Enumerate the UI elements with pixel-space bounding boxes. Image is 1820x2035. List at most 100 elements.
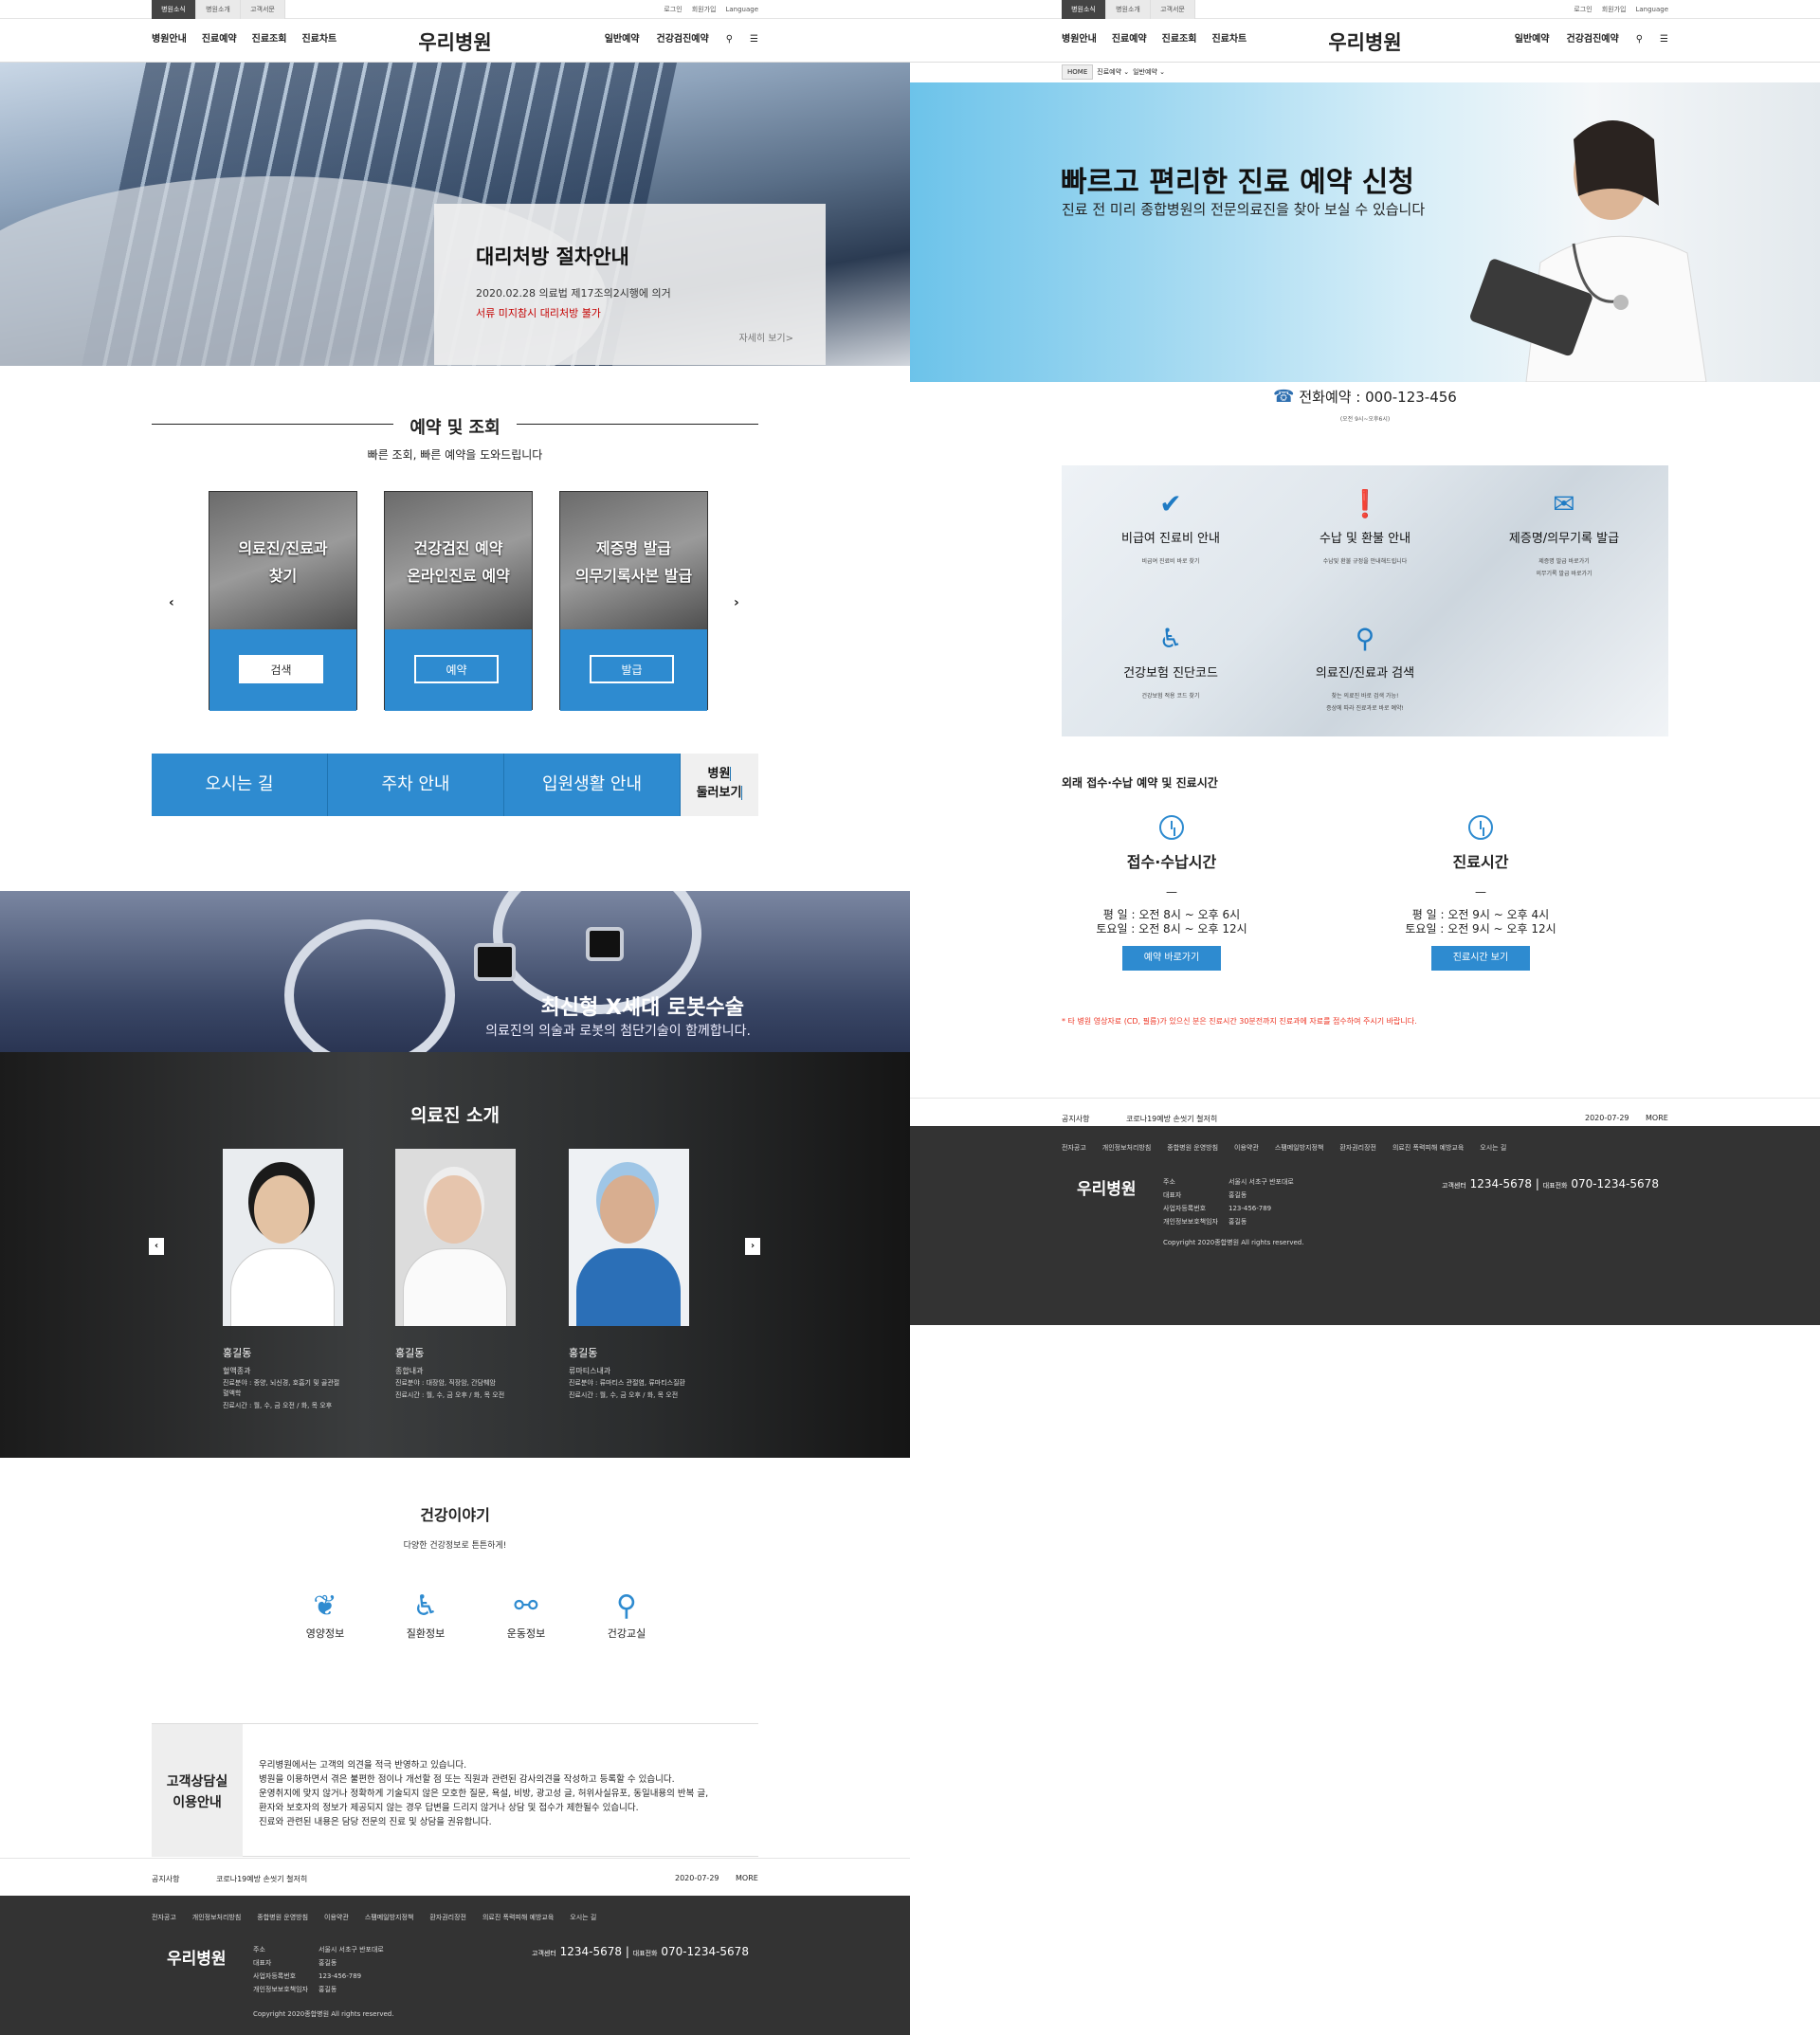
- notice-more[interactable]: MORE: [736, 1874, 758, 1882]
- breadcrumb-home[interactable]: HOME: [1062, 64, 1094, 80]
- wheelchair-icon: ♿: [1158, 623, 1183, 654]
- notice-label: 공지사항: [1062, 1115, 1090, 1123]
- doctor-dept: 혈액종과: [223, 1367, 251, 1375]
- quick-directions[interactable]: 오시는 길: [152, 754, 328, 816]
- story-nutrition[interactable]: ❦ 영양정보: [275, 1588, 375, 1641]
- footer-link[interactable]: 개인정보처리방침: [1102, 1143, 1152, 1153]
- footer-link[interactable]: 환자권리장전: [1339, 1143, 1376, 1153]
- nav-general-reservation[interactable]: 일반예약: [1515, 19, 1550, 61]
- hero-more-link[interactable]: 자세히 보기>: [738, 330, 793, 344]
- footer-key: 주소: [1163, 1178, 1175, 1186]
- footer-link[interactable]: 전자공고: [152, 1913, 176, 1922]
- reserve-now-button[interactable]: 예약 바로가기: [1122, 946, 1221, 971]
- footer-link[interactable]: 환자권리장전: [429, 1913, 466, 1922]
- notice-more[interactable]: MORE: [1646, 1114, 1668, 1122]
- service-desc: 비급여 진료비 바로 찾기: [1141, 558, 1200, 565]
- nav-checkup-reservation[interactable]: 건강검진예약: [1567, 19, 1619, 61]
- search-icon[interactable]: ⚲: [726, 19, 733, 61]
- nav-checkup-reservation[interactable]: 건강검진예약: [657, 19, 709, 61]
- footer-link[interactable]: 오시는 길: [570, 1913, 596, 1922]
- magnifier-icon: ⚲: [1355, 623, 1375, 654]
- logo[interactable]: 우리병원: [910, 27, 1820, 56]
- search-icon[interactable]: ⚲: [1636, 19, 1643, 61]
- doctors-prev-arrow[interactable]: ‹: [149, 1238, 164, 1255]
- quick-inpatient[interactable]: 입원생활 안내: [504, 754, 681, 816]
- story-disease[interactable]: ♿ 질환정보: [375, 1588, 476, 1641]
- footer-link[interactable]: 이용약관: [1234, 1143, 1259, 1153]
- util-tab-news[interactable]: 병원소식: [152, 0, 196, 19]
- health-story-header: 건강이야기 다양한 건강정보로 튼튼하게!: [0, 1502, 910, 1551]
- breadcrumb-general[interactable]: 일반예약 ⌄: [1133, 67, 1165, 77]
- separator: |: [625, 1945, 629, 1958]
- service-insurance-code[interactable]: ♿ 건강보험 진단코드 건강보험 적용 코드 찾기: [1085, 623, 1256, 702]
- doctors-next-arrow[interactable]: ›: [745, 1238, 760, 1255]
- cards-next-arrow[interactable]: ›: [734, 595, 739, 610]
- quick-parking[interactable]: 주차 안내: [328, 754, 504, 816]
- card-checkup-reserve: 건강검진 예약 온라인진료 예약 예약: [384, 491, 533, 711]
- hours-title: 외래 접수·수납 예약 및 진료시간: [1062, 776, 1218, 790]
- menu-icon[interactable]: ☰: [1660, 19, 1668, 61]
- service-desc: 찾는 의료진 바로 검색 가능! 증상에 따라 진료과로 바로 예약!: [1280, 690, 1450, 715]
- util-tab-customer[interactable]: 고객서문: [241, 0, 285, 19]
- reserve-button[interactable]: 예약: [414, 655, 499, 683]
- footer-link[interactable]: 종합병원 운영방침: [257, 1913, 308, 1922]
- service-desc-line: 의무기록 발급 바로가기: [1536, 571, 1592, 577]
- cards-prev-arrow[interactable]: ‹: [169, 595, 174, 610]
- service-noncovered[interactable]: ✔ 비급여 진료비 안내 비급여 진료비 바로 찾기: [1085, 488, 1256, 568]
- doctor-card[interactable]: 홍길동 종합내과 진료분야 : 대장암, 직장암, 간담췌암 진료시간 : 월,…: [395, 1149, 516, 1401]
- quick-tour[interactable]: 병원 둘러보기: [681, 754, 758, 816]
- footer-link[interactable]: 스팸메일방지정책: [1275, 1143, 1324, 1153]
- view-hours-button[interactable]: 진료시간 보기: [1431, 946, 1530, 971]
- card-certificate: 제증명 발급 의무기록사본 발급 발급: [559, 491, 708, 711]
- util-tab-about[interactable]: 병원소개: [1106, 0, 1151, 19]
- consult-label-line: 고객상담실: [166, 1774, 228, 1790]
- login-link[interactable]: 로그인: [1574, 0, 1592, 19]
- footer-link[interactable]: 종합병원 운영방침: [1167, 1143, 1218, 1153]
- search-button[interactable]: 검색: [239, 655, 323, 683]
- footer-link[interactable]: 의료진 폭력피해 예방교육: [482, 1913, 554, 1922]
- service-desc-line: 찾는 의료진 바로 검색 가능!: [1331, 693, 1399, 700]
- language-link[interactable]: Language: [1635, 0, 1668, 19]
- service-certificate[interactable]: ✉ 제증명/의무기록 발급 제증명 발급 바로가기 의무기록 발급 바로가기: [1479, 488, 1649, 580]
- doctor-hours: 진료시간 : 월, 수, 금 오전 / 화, 목 오후: [223, 1402, 333, 1409]
- hero-line1: 2020.02.28 의료법 제17조의2시행에 의거: [476, 287, 671, 300]
- logo[interactable]: 우리병원: [0, 27, 910, 56]
- service-payment[interactable]: ❗ 수납 및 환불 안내 수납및 환불 규정을 안내해드립니다: [1280, 488, 1450, 568]
- footer-keys: 주소 대표자 사업자등록번호 개인정보보호책임자: [253, 1943, 308, 1996]
- story-class[interactable]: ⚲ 건강교실: [576, 1588, 677, 1641]
- footer-link[interactable]: 오시는 길: [1480, 1143, 1506, 1153]
- issue-button[interactable]: 발급: [590, 655, 674, 683]
- notice-title[interactable]: 코로나19예방 손씻기 철저히: [1126, 1114, 1217, 1124]
- join-link[interactable]: 회원가입: [1602, 0, 1627, 19]
- customer-consult: 고객상담실 이용안내 우리병원에서는 고객의 의견을 적극 반영하고 있습니다. …: [152, 1723, 758, 1857]
- notice-date: 2020-07-29: [675, 1874, 719, 1882]
- footer-link[interactable]: 스팸메일방지정책: [365, 1913, 414, 1922]
- footer-value: 123-456-789: [318, 1972, 362, 1980]
- doctor-card[interactable]: 홍길동 류마티스내과 진료분야 : 류마티스 관절염, 류마티스질환 진료시간 …: [569, 1149, 689, 1401]
- story-subtitle: 다양한 건강정보로 튼튼하게!: [403, 1541, 507, 1551]
- footer-link[interactable]: 개인정보처리방침: [192, 1913, 242, 1922]
- card-label: 제증명 발급: [595, 539, 672, 557]
- walking-icon: ⚲: [616, 1590, 637, 1623]
- story-exercise[interactable]: ⚯ 운동정보: [476, 1588, 576, 1641]
- footer-value: 서울시 서초구 반포대로: [318, 1946, 384, 1953]
- service-grid: ✔ 비급여 진료비 안내 비급여 진료비 바로 찾기 ❗ 수납 및 환불 안내 수납및 …: [1062, 465, 1668, 736]
- menu-icon[interactable]: ☰: [750, 19, 758, 61]
- footer-link[interactable]: 의료진 폭력피해 예방교육: [1392, 1143, 1464, 1153]
- language-link[interactable]: Language: [725, 0, 758, 19]
- util-tab-about[interactable]: 병원소개: [196, 0, 241, 19]
- footer-link[interactable]: 이용약관: [324, 1913, 349, 1922]
- breadcrumb-reservation[interactable]: 진료예약 ⌄: [1097, 67, 1129, 77]
- util-tab-customer[interactable]: 고객서문: [1151, 0, 1195, 19]
- service-doctor-search[interactable]: ⚲ 의료진/진료과 검색 찾는 의료진 바로 검색 가능! 증상에 따라 진료과로 바…: [1280, 623, 1450, 715]
- nav-general-reservation[interactable]: 일반예약: [605, 19, 640, 61]
- footer-key: 대표자: [1163, 1191, 1182, 1199]
- join-link[interactable]: 회원가입: [692, 0, 717, 19]
- util-tab-news[interactable]: 병원소식: [1062, 0, 1106, 19]
- doctor-card[interactable]: 홍길동 혈액종과 진료분야 : 종양, 뇌신경, 호흡기 및 골관절 혈액학 진…: [223, 1149, 343, 1411]
- footer-link[interactable]: 전자공고: [1062, 1143, 1086, 1153]
- footer-value: 홍길동: [1228, 1218, 1247, 1226]
- notice-title[interactable]: 코로나19예방 손씻기 철저히: [216, 1874, 307, 1884]
- login-link[interactable]: 로그인: [664, 0, 682, 19]
- envelope-icon: ✉: [1553, 488, 1575, 519]
